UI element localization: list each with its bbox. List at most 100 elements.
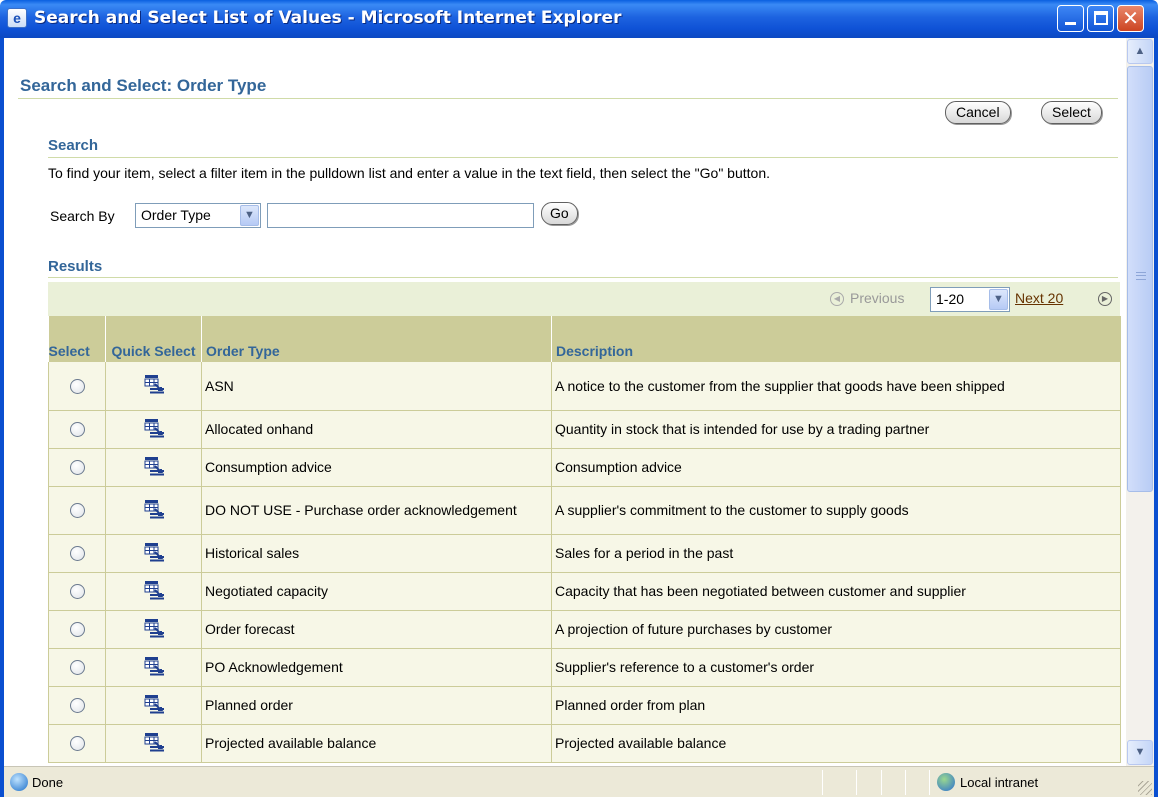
table-row: ASN A notice to the customer from the sup… [48, 362, 1121, 411]
chevron-down-icon[interactable]: ▼ [989, 289, 1008, 310]
page-title: Search and Select: Order Type [20, 76, 267, 95]
results-table: Select Quick Select Order Type Descripti… [48, 316, 1121, 763]
order-type-cell: Historical sales [201, 534, 552, 573]
zone-text: Local intranet [960, 775, 1039, 790]
table-row: Historical sales Sales for a period in th… [48, 534, 1121, 573]
search-divider [48, 157, 1118, 158]
row-select-radio[interactable] [69, 379, 85, 395]
quick-select-icon[interactable] [143, 579, 165, 604]
column-header-select: Select [48, 316, 106, 362]
quick-select-icon[interactable] [143, 373, 165, 398]
row-select-radio[interactable] [69, 460, 85, 476]
quick-select-icon[interactable] [143, 693, 165, 718]
quick-select-icon[interactable] [143, 541, 165, 566]
order-type-cell: Allocated onhand [201, 410, 552, 449]
resize-grip-icon[interactable] [1138, 781, 1152, 795]
search-by-select[interactable]: Order Type ▼ [135, 203, 261, 228]
table-row: Order forecast A projection of future pur… [48, 610, 1121, 649]
close-button[interactable]: ✕ [1117, 5, 1144, 32]
description-cell: Consumption advice [551, 448, 1121, 487]
row-quick-select-cell [105, 410, 202, 449]
title-bar[interactable]: e Search and Select List of Values - Mic… [0, 0, 1158, 38]
results-navigation-bar: ◀ Previous 1-20 ▼ Next 20 ▶ [48, 282, 1120, 316]
table-row: Projected available balance Projected ava… [48, 724, 1121, 763]
order-type-cell: PO Acknowledgement [201, 648, 552, 687]
row-quick-select-cell [105, 534, 202, 573]
row-quick-select-cell [105, 362, 202, 411]
row-select-cell [48, 610, 106, 649]
quick-select-icon[interactable] [143, 655, 165, 680]
page-content: Search and Select: Order Type Cancel Sel… [4, 38, 1126, 766]
description-cell: A projection of future purchases by cust… [551, 610, 1121, 649]
search-section-title: Search [48, 137, 99, 154]
row-select-radio[interactable] [69, 660, 85, 676]
row-quick-select-cell [105, 572, 202, 611]
row-select-radio[interactable] [69, 546, 85, 562]
row-select-radio[interactable] [69, 698, 85, 714]
window-frame-right [1154, 38, 1158, 797]
table-row: DO NOT USE - Purchase order acknowledgem… [48, 486, 1121, 535]
status-divider [856, 770, 857, 795]
row-select-radio[interactable] [69, 736, 85, 752]
status-text: Done [32, 775, 64, 790]
minimize-button[interactable] [1057, 5, 1084, 32]
quick-select-icon[interactable] [143, 417, 165, 442]
status-bar: Done Local intranet [4, 766, 1154, 797]
go-button[interactable]: Go [541, 202, 578, 225]
order-type-cell: Planned order [201, 686, 552, 725]
description-cell: Sales for a period in the past [551, 534, 1121, 573]
row-quick-select-cell [105, 610, 202, 649]
vertical-scrollbar[interactable]: ▲ ▼ [1126, 38, 1154, 766]
order-type-cell: Negotiated capacity [201, 572, 552, 611]
chevron-down-icon[interactable]: ▼ [240, 205, 259, 226]
row-select-cell [48, 486, 106, 535]
order-type-cell: Consumption advice [201, 448, 552, 487]
select-button[interactable]: Select [1041, 101, 1102, 124]
ie-page-icon: e [7, 8, 27, 28]
table-row: Negotiated capacity Capacity that has bee… [48, 572, 1121, 611]
grip-icon [1136, 272, 1146, 280]
next-arrow-icon[interactable]: ▶ [1098, 292, 1112, 306]
row-quick-select-cell [105, 686, 202, 725]
order-type-cell: ASN [201, 362, 552, 411]
search-by-label: Search By [50, 208, 115, 224]
order-type-cell: Projected available balance [201, 724, 552, 763]
quick-select-icon[interactable] [143, 617, 165, 642]
row-select-cell [48, 448, 106, 487]
range-value: 1-20 [936, 291, 965, 307]
column-header-description: Description [551, 316, 1121, 362]
row-quick-select-cell [105, 486, 202, 535]
quick-select-icon[interactable] [143, 455, 165, 480]
row-select-radio[interactable] [69, 422, 85, 438]
row-quick-select-cell [105, 648, 202, 687]
row-select-radio[interactable] [69, 503, 85, 519]
maximize-button[interactable] [1087, 5, 1114, 32]
next-link[interactable]: Next 20 [1015, 290, 1063, 306]
column-header-order-type: Order Type [201, 316, 552, 362]
quick-select-icon[interactable] [143, 731, 165, 756]
description-cell: Supplier's reference to a customer's ord… [551, 648, 1121, 687]
description-cell: Projected available balance [551, 724, 1121, 763]
row-select-cell [48, 724, 106, 763]
scrollbar-thumb[interactable] [1127, 66, 1153, 492]
results-divider [48, 277, 1118, 278]
maximize-icon [1094, 11, 1108, 25]
scroll-down-button[interactable]: ▼ [1127, 740, 1153, 765]
search-instructions: To find your item, select a filter item … [48, 165, 770, 181]
row-select-radio[interactable] [69, 622, 85, 638]
row-select-cell [48, 648, 106, 687]
row-select-cell [48, 410, 106, 449]
page-title-divider [18, 98, 1118, 99]
cancel-button[interactable]: Cancel [945, 101, 1011, 124]
description-cell: Capacity that has been negotiated betwee… [551, 572, 1121, 611]
search-input[interactable] [267, 203, 534, 228]
scroll-up-button[interactable]: ▲ [1127, 39, 1153, 64]
range-select[interactable]: 1-20 ▼ [930, 287, 1010, 312]
row-select-radio[interactable] [69, 584, 85, 600]
order-type-cell: DO NOT USE - Purchase order acknowledgem… [201, 486, 552, 535]
quick-select-icon[interactable] [143, 498, 165, 523]
description-cell: A notice to the customer from the suppli… [551, 362, 1121, 411]
close-icon: ✕ [1122, 6, 1139, 30]
row-select-cell [48, 362, 106, 411]
row-quick-select-cell [105, 448, 202, 487]
